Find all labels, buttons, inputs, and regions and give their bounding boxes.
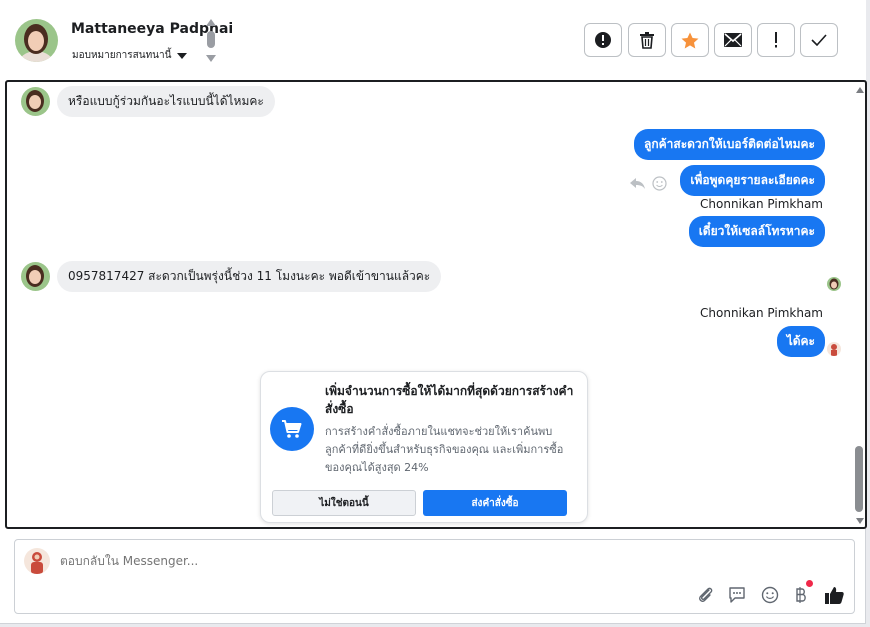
sender-name: Chonnikan Pimkham	[700, 197, 823, 211]
thumbs-up-icon[interactable]	[823, 584, 845, 606]
sender-name: Chonnikan Pimkham	[700, 306, 823, 320]
promo-description: การสร้างคำสั่งซื้อภายในแชทจะช่วยให้เราค้…	[325, 425, 564, 474]
notification-dot	[806, 580, 813, 587]
seen-indicator-avatar	[827, 277, 841, 291]
emoji-icon[interactable]	[759, 584, 781, 606]
outgoing-message-bubble[interactable]: ลูกค้าสะดวกให้เบอร์ติดต่อไหมคะ	[633, 129, 825, 160]
previous-conversation-icon[interactable]	[206, 19, 216, 26]
envelope-icon	[724, 33, 742, 47]
reply-icon[interactable]	[630, 178, 646, 190]
incoming-message-bubble[interactable]: 0957817427 สะดวกเป็นพรุ่งนี้ช่วง 11 โมงน…	[57, 261, 442, 292]
contact-message-avatar[interactable]	[21, 87, 50, 116]
conversation-header: Mattaneeya Padphai มอบหมายการสนทนานี้	[0, 0, 866, 80]
send-order-button[interactable]: ส่งคำสั่งซื้อ	[423, 490, 567, 516]
scroll-up-arrow[interactable]	[856, 87, 864, 93]
incoming-message-bubble[interactable]: หรือแบบกู้ร่วมกันอะไรแบบนี้ได้ไหมคะ	[57, 86, 275, 117]
chevron-down-icon	[177, 52, 188, 59]
reply-input[interactable]	[60, 554, 660, 568]
react-emoji-icon[interactable]	[652, 176, 667, 191]
message-thread[interactable]: หรือแบบกู้ร่วมกันอะไรแบบนี้ได้ไหมคะ ลูกค…	[5, 80, 867, 529]
promo-title: เพิ่มจำนวนการซื้อให้ได้มากที่สุดด้วยการส…	[325, 384, 574, 416]
star-button[interactable]	[671, 23, 709, 57]
follow-up-button[interactable]	[757, 23, 795, 57]
saved-reply-icon[interactable]	[726, 584, 748, 606]
next-conversation-icon[interactable]	[206, 55, 216, 62]
star-icon	[681, 32, 699, 48]
shopping-cart-icon	[270, 407, 314, 451]
reply-composer	[14, 539, 855, 614]
attachment-icon[interactable]	[695, 584, 717, 606]
spam-button[interactable]	[584, 23, 622, 57]
scrollbar-thumb[interactable]	[855, 446, 863, 512]
scroll-down-arrow[interactable]	[856, 518, 864, 524]
trash-icon	[640, 31, 654, 49]
delete-button[interactable]	[628, 23, 666, 57]
not-now-button[interactable]: ไม่ใช่ตอนนี้	[272, 490, 416, 516]
assign-conversation-dropdown[interactable]: มอบหมายการสนทนานี้	[72, 48, 188, 63]
outgoing-message-bubble[interactable]: เดี๋ยวให้เซลล์โทรหาคะ	[688, 216, 825, 247]
mark-unread-button[interactable]	[714, 23, 752, 57]
exclamation-icon	[775, 32, 777, 48]
outgoing-message-bubble[interactable]: ได้คะ	[776, 326, 825, 357]
agent-avatar	[827, 342, 841, 356]
assign-label: มอบหมายการสนทนานี้	[72, 50, 172, 61]
outgoing-message-bubble[interactable]: เพื่อพูดคุยรายละเอียดคะ	[680, 165, 825, 196]
mark-done-button[interactable]	[800, 23, 838, 57]
contact-avatar[interactable]	[15, 19, 58, 62]
contact-message-avatar[interactable]	[21, 262, 50, 291]
conversation-navigator[interactable]	[205, 19, 217, 65]
baht-payment-icon[interactable]	[790, 584, 812, 606]
check-icon	[811, 34, 827, 46]
agent-avatar	[24, 548, 50, 574]
navigator-handle	[207, 31, 215, 48]
alert-circle-icon	[595, 32, 611, 48]
create-order-promo-card: เพิ่มจำนวนการซื้อให้ได้มากที่สุดด้วยการส…	[260, 371, 588, 523]
inbox-conversation-panel: Mattaneeya Padphai มอบหมายการสนทนานี้ หร…	[0, 0, 867, 624]
